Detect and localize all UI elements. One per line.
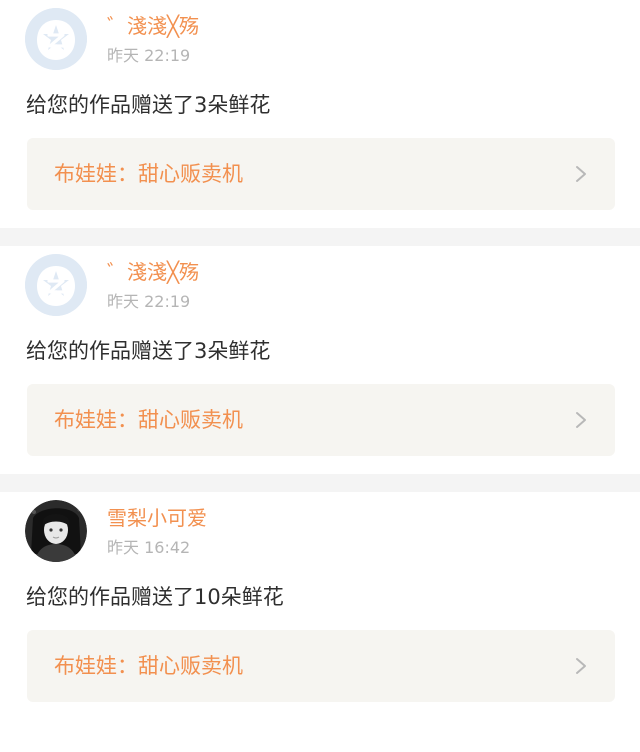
timestamp: 昨天 22:19 xyxy=(107,292,191,311)
chevron-right-icon xyxy=(576,412,586,428)
work-link-button[interactable]: 布娃娃：甜心贩卖机 xyxy=(27,630,615,702)
timestamp: 昨天 22:19 xyxy=(107,46,191,65)
section-divider xyxy=(0,474,640,492)
work-link-label: 布娃娃：甜心贩卖机 xyxy=(54,408,243,432)
notification-message: 给您的作品赠送了3朵鲜花 xyxy=(26,339,271,363)
work-link-button[interactable]: 布娃娃：甜心贩卖机 xyxy=(27,138,615,210)
qq-default-avatar-icon xyxy=(25,8,87,70)
work-link-label: 布娃娃：甜心贩卖机 xyxy=(54,654,243,678)
notification-card: ゛淺淺╳殇 昨天 22:19 给您的作品赠送了3朵鲜花 布娃娃：甜心贩卖机 xyxy=(0,246,640,474)
notification-card: ゛淺淺╳殇 昨天 22:19 给您的作品赠送了3朵鲜花 布娃娃：甜心贩卖机 xyxy=(0,0,640,228)
avatar[interactable] xyxy=(25,254,87,316)
chevron-right-icon xyxy=(576,166,586,182)
qq-default-avatar-icon xyxy=(25,254,87,316)
section-divider xyxy=(0,228,640,246)
notification-message: 给您的作品赠送了3朵鲜花 xyxy=(26,93,271,117)
username[interactable]: ゛淺淺╳殇 xyxy=(107,259,199,285)
avatar[interactable] xyxy=(25,8,87,70)
notification-feed: ゛淺淺╳殇 昨天 22:19 给您的作品赠送了3朵鲜花 布娃娃：甜心贩卖机 ゛淺… xyxy=(0,0,640,720)
chevron-right-icon xyxy=(576,658,586,674)
user-photo-avatar xyxy=(25,500,87,562)
notification-card: 雪梨小可爱 昨天 16:42 给您的作品赠送了10朵鲜花 布娃娃：甜心贩卖机 xyxy=(0,492,640,720)
work-link-button[interactable]: 布娃娃：甜心贩卖机 xyxy=(27,384,615,456)
username[interactable]: 雪梨小可爱 xyxy=(107,505,207,531)
avatar[interactable] xyxy=(25,500,87,562)
timestamp: 昨天 16:42 xyxy=(107,538,191,557)
notification-message: 给您的作品赠送了10朵鲜花 xyxy=(26,585,284,609)
work-link-label: 布娃娃：甜心贩卖机 xyxy=(54,162,243,186)
username[interactable]: ゛淺淺╳殇 xyxy=(107,13,199,39)
